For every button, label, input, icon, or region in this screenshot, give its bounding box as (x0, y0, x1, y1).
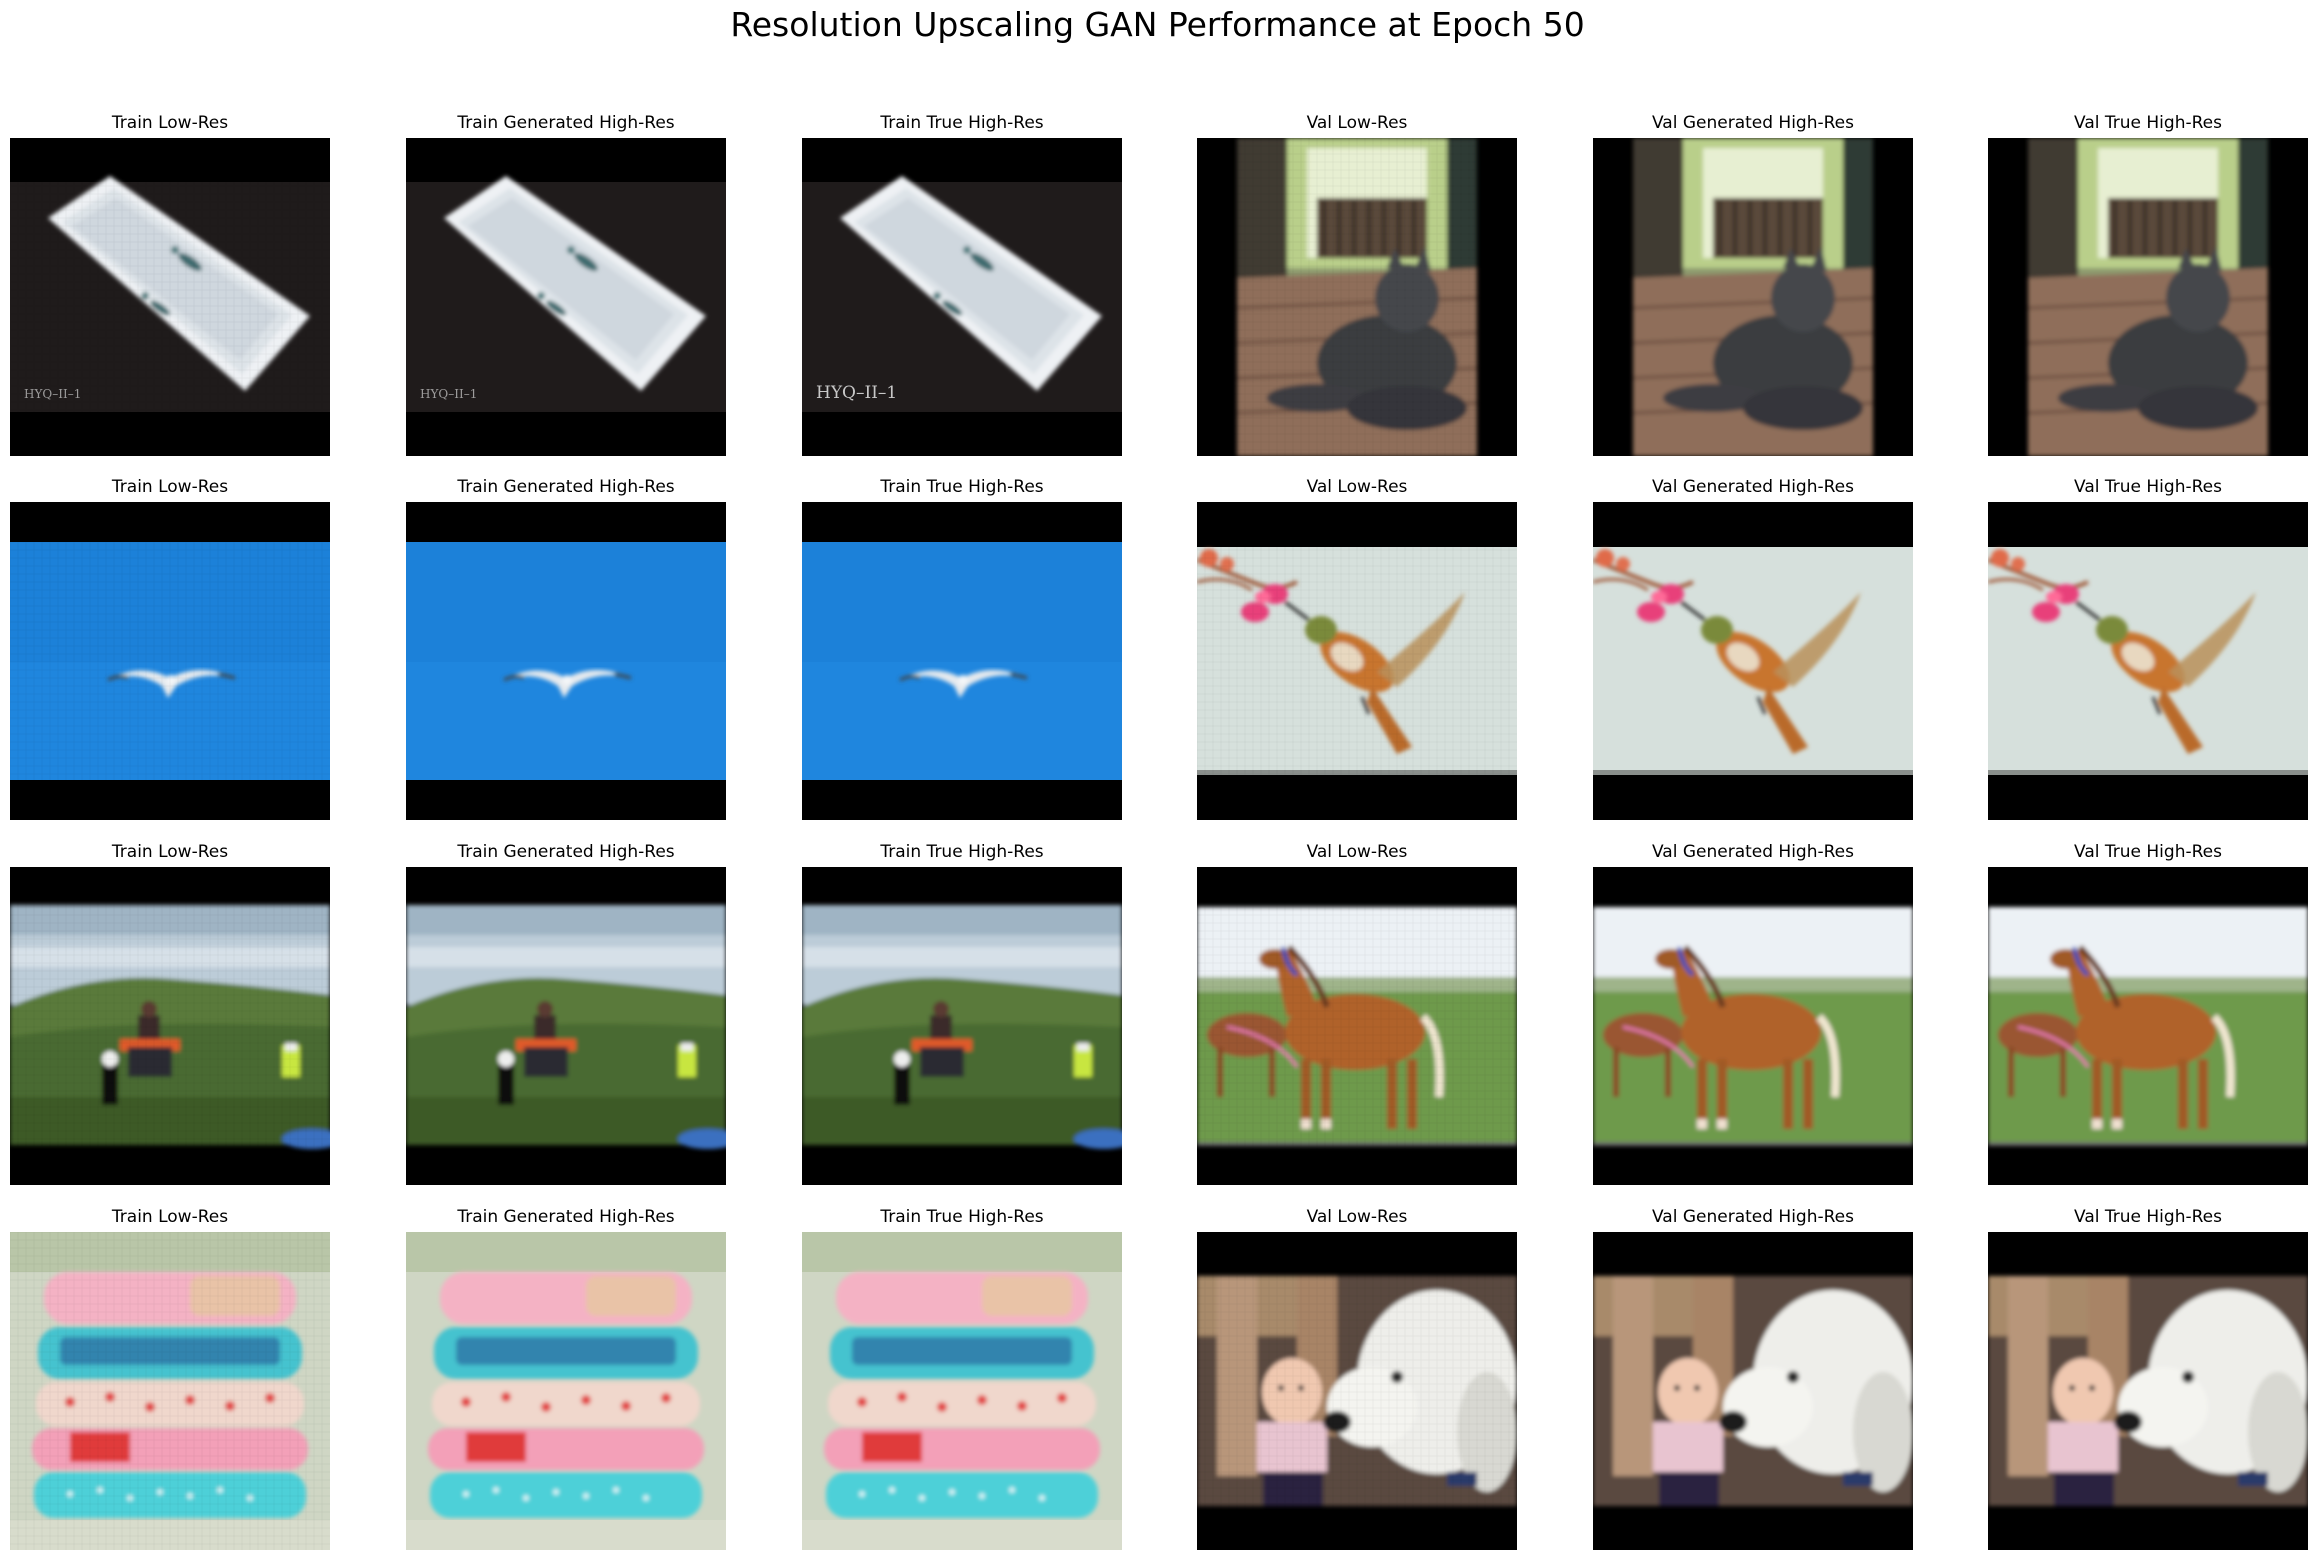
panel-title: Val Generated High-Res (1651, 113, 1855, 133)
panel-image (1593, 502, 1913, 820)
panel-title: Train Generated High-Res (457, 1207, 675, 1227)
panel-image (1988, 138, 2308, 456)
panel-title: Val True High-Res (2074, 477, 2222, 497)
panel-image (1988, 1232, 2308, 1550)
panel-title: Val Low-Res (1306, 1207, 1408, 1227)
panel-image (1988, 502, 2308, 820)
panel-title: Train Low-Res (111, 842, 229, 862)
panel-image (1197, 867, 1517, 1185)
panel: Val Generated High-Res (1593, 475, 1913, 820)
panel: Val Generated High-Res (1593, 840, 1913, 1185)
panel: Train True High-Res (802, 475, 1122, 820)
panel-image (10, 1232, 330, 1550)
panel: Val True High-Res (1988, 840, 2308, 1185)
panel-image (802, 502, 1122, 820)
image-grid: Train Low-Res HYQ–II–1 Train Generated H… (0, 0, 2315, 1560)
panel-image: HYQ–II–1 (10, 138, 330, 456)
panel-title: Val True High-Res (2074, 842, 2222, 862)
panel: Train Generated High-Res (406, 840, 726, 1185)
panel-image (10, 867, 330, 1185)
panel-title: Train Generated High-Res (457, 477, 675, 497)
panel-image (1988, 867, 2308, 1185)
panel-image: HYQ–II–1 (802, 138, 1122, 456)
panel: Val True High-Res (1988, 111, 2308, 456)
panel-title: Val Generated High-Res (1651, 1207, 1855, 1227)
panel-title: Train Generated High-Res (457, 113, 675, 133)
panel-title: Val True High-Res (2074, 1207, 2222, 1227)
panel-title: Val Low-Res (1306, 477, 1408, 497)
panel-image (1593, 138, 1913, 456)
panel: Train True High-Res HYQ–II–1 (802, 111, 1122, 456)
panel-image: HYQ–II–1 (406, 138, 726, 456)
panel-title: Train True High-Res (880, 477, 1044, 497)
panel: Val Low-Res (1197, 840, 1517, 1185)
panel-title: Val Low-Res (1306, 842, 1408, 862)
panel-image (802, 867, 1122, 1185)
panel-title: Val True High-Res (2074, 113, 2222, 133)
panel: Train Low-Res HYQ–II–1 (10, 111, 330, 456)
panel-image (1197, 1232, 1517, 1550)
panel-title: Val Generated High-Res (1651, 842, 1855, 862)
panel-title: Val Generated High-Res (1651, 477, 1855, 497)
panel: Val True High-Res (1988, 475, 2308, 820)
panel: Train Generated High-Res (406, 1205, 726, 1550)
panel-title: Train Low-Res (111, 1207, 229, 1227)
panel: Train True High-Res (802, 1205, 1122, 1550)
panel-title: Train Low-Res (111, 113, 229, 133)
panel-title: Train True High-Res (880, 1207, 1044, 1227)
panel-image (10, 502, 330, 820)
panel: Train Low-Res (10, 475, 330, 820)
panel: Train Generated High-Res HYQ–II–1 (406, 111, 726, 456)
panel-title: Train Generated High-Res (457, 842, 675, 862)
svg-text:HYQ–II–1: HYQ–II–1 (420, 387, 477, 401)
panel-image (1593, 1232, 1913, 1550)
panel-image (406, 1232, 726, 1550)
panel-image (1593, 867, 1913, 1185)
panel-title: Train Low-Res (111, 477, 229, 497)
panel: Val Generated High-Res (1593, 1205, 1913, 1550)
panel: Val Low-Res (1197, 111, 1517, 456)
panel-title: Train True High-Res (880, 842, 1044, 862)
panel-image (802, 1232, 1122, 1550)
panel-image (1197, 138, 1517, 456)
panel: Val True High-Res (1988, 1205, 2308, 1550)
panel-image (1197, 502, 1517, 820)
panel: Train Generated High-Res (406, 475, 726, 820)
panel: Val Low-Res (1197, 1205, 1517, 1550)
panel-title: Train True High-Res (880, 113, 1044, 133)
panel-image (406, 867, 726, 1185)
panel: Val Generated High-Res (1593, 111, 1913, 456)
panel-title: Val Low-Res (1306, 113, 1408, 133)
panel: Train Low-Res (10, 1205, 330, 1550)
panel: Train Low-Res (10, 840, 330, 1185)
svg-text:HYQ–II–1: HYQ–II–1 (816, 383, 897, 403)
panel-image (406, 502, 726, 820)
panel: Train True High-Res (802, 840, 1122, 1185)
panel: Val Low-Res (1197, 475, 1517, 820)
